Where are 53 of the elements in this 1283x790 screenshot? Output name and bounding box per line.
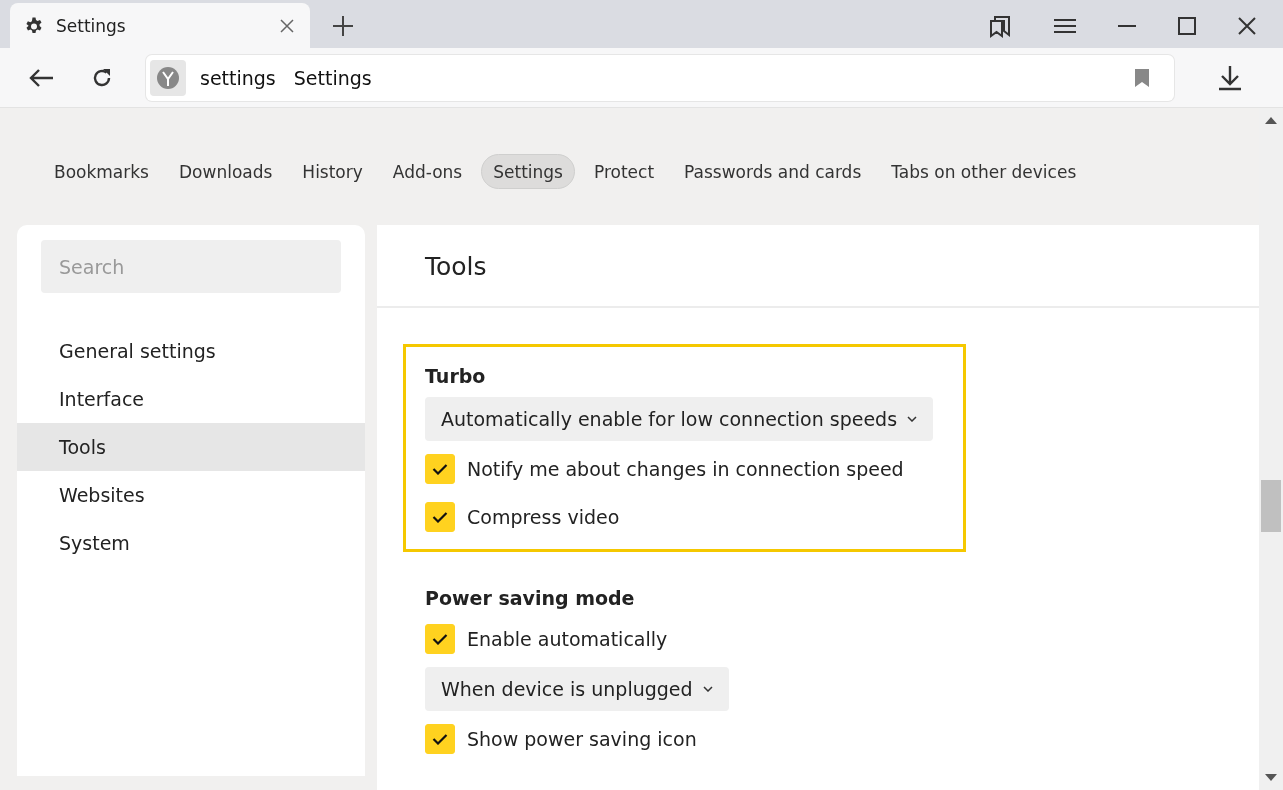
bookmarks-icon[interactable] [988,13,1012,38]
section-title: Power saving mode [425,587,636,609]
chevron-down-icon [907,416,918,422]
sidebar-item[interactable]: Tools [17,423,365,471]
search-field[interactable]: Search [41,240,341,293]
tab-title: Settings [56,15,127,36]
nav-tab[interactable]: History [291,154,374,189]
checkbox[interactable] [425,502,455,532]
close-icon[interactable] [1238,16,1256,35]
back-icon[interactable] [28,67,54,88]
checkbox-label: Compress video [467,506,620,528]
sidebar-item[interactable]: Interface [17,375,365,423]
page-title: Settings [293,66,372,89]
download-icon[interactable] [1218,64,1242,91]
browser-tab[interactable]: Settings [10,3,310,48]
gear-icon [24,15,44,36]
nav-tab[interactable]: Downloads [168,154,284,189]
checkbox-label: Show power saving icon [467,728,697,750]
address-bar[interactable]: settings Settings [146,54,1174,101]
nav-tab[interactable]: Settings [481,154,575,189]
sidebar-item[interactable]: General settings [17,327,365,375]
checkbox-label: Enable automatically [467,628,668,650]
scroll-up-icon[interactable] [1265,116,1277,124]
bookmark-icon[interactable] [1134,67,1150,88]
maximize-icon[interactable] [1178,16,1196,35]
new-tab-icon[interactable] [332,14,354,37]
nav-tab[interactable]: Add-ons [381,154,474,189]
close-icon[interactable] [280,18,294,33]
scroll-thumb[interactable] [1261,480,1281,532]
minimize-icon[interactable] [1118,23,1136,28]
sidebar-item[interactable]: Websites [17,471,365,519]
address-host: settings [200,66,276,89]
check-icon [432,733,448,745]
browser-logo-icon [150,59,186,96]
check-icon [432,633,448,645]
nav-tab[interactable]: Tabs on other devices [880,154,1088,189]
chevron-down-icon [702,686,713,692]
scroll-down-icon[interactable] [1265,774,1277,782]
dropdown[interactable]: Automatically enable for low connection speeds [425,397,934,441]
check-icon [432,511,448,523]
check-icon [432,463,448,475]
menu-icon[interactable] [1054,17,1076,34]
checkbox[interactable] [425,724,455,754]
nav-tab[interactable]: Passwords and cards [673,154,873,189]
sidebar-item[interactable]: System [17,519,365,567]
nav-tab[interactable]: Protect [582,154,666,189]
panel-title: Tools [377,225,1259,308]
dropdown[interactable]: When device is unplugged [425,667,729,711]
nav-tab[interactable]: Bookmarks [43,154,160,189]
checkbox[interactable] [425,624,455,654]
checkbox-label: Notify me about changes in connection speed [467,458,904,480]
checkbox[interactable] [425,454,455,484]
section-title: Turbo [425,365,487,387]
